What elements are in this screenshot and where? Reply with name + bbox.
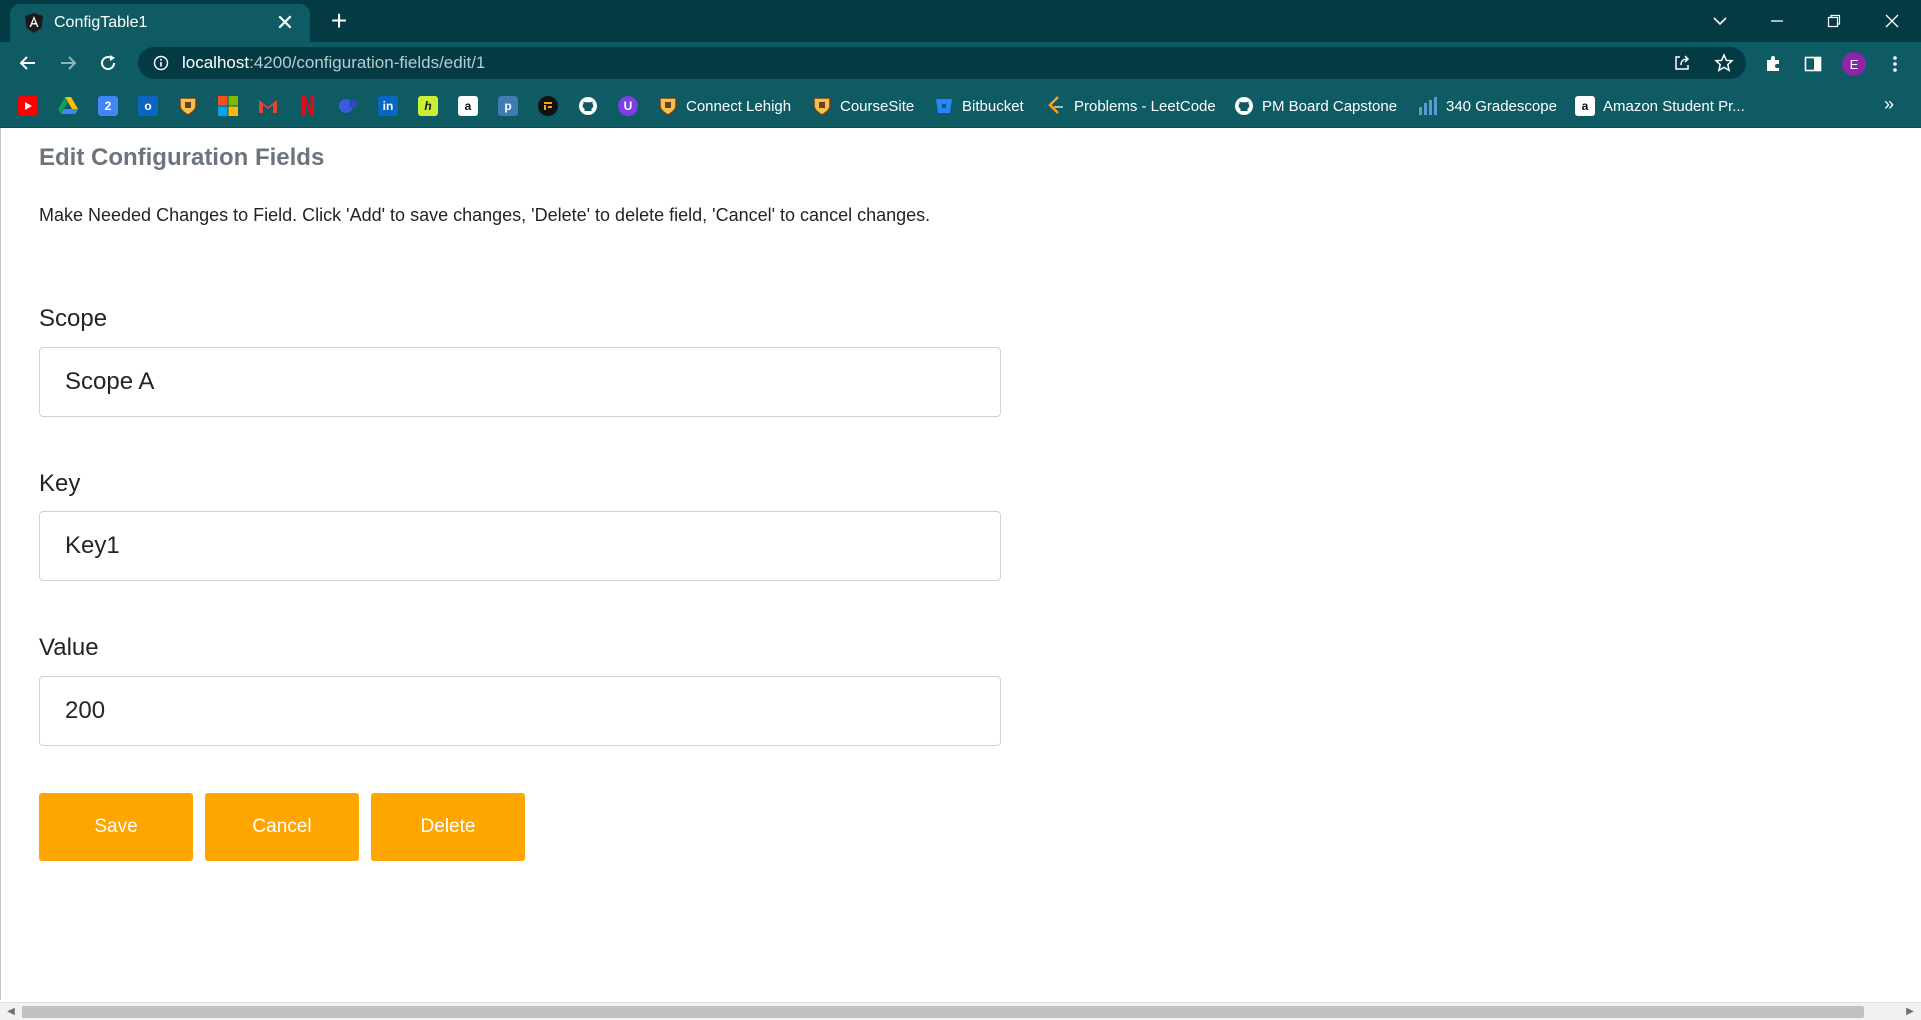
- page-description: Make Needed Changes to Field. Click 'Add…: [39, 205, 931, 225]
- url-path: :4200/configuration-fields/edit/1: [249, 53, 486, 72]
- browser-tabstrip: ConfigTable1 ✕ +: [0, 0, 1921, 42]
- bookmark-label: Amazon Student Pr...: [1603, 97, 1745, 115]
- page-content: Edit Configuration Fields Make Needed Ch…: [0, 128, 1921, 1000]
- browser-tab-active[interactable]: ConfigTable1 ✕: [10, 4, 310, 42]
- scrollbar-thumb[interactable]: [22, 1006, 1864, 1018]
- back-arrow-icon[interactable]: [14, 49, 42, 77]
- bookmark-label: PM Board Capstone: [1262, 97, 1398, 115]
- handshake-icon[interactable]: h: [418, 96, 438, 116]
- address-bar[interactable]: localhost:4200/configuration-fields/edit…: [138, 47, 1746, 79]
- value-input[interactable]: [39, 676, 1001, 746]
- save-button[interactable]: Save: [39, 793, 193, 861]
- value-label: Value: [39, 634, 99, 661]
- bookmark-label: Problems - LeetCode: [1074, 97, 1216, 115]
- github-icon[interactable]: [578, 96, 598, 116]
- browser-tab-title: ConfigTable1: [54, 14, 148, 31]
- amazon-icon: a: [1575, 96, 1595, 116]
- scope-label: Scope: [39, 305, 108, 332]
- cancel-button[interactable]: Cancel: [205, 793, 359, 861]
- url-host: localhost: [182, 53, 250, 72]
- scope-input[interactable]: [39, 347, 1001, 417]
- netflix-icon[interactable]: [298, 96, 318, 116]
- extensions-icon[interactable]: [1760, 51, 1786, 77]
- minimize-icon[interactable]: [1757, 6, 1797, 36]
- bookmark-star-icon[interactable]: [1712, 51, 1736, 75]
- browser-menu-icon[interactable]: [1882, 51, 1908, 77]
- close-window-icon[interactable]: [1872, 6, 1912, 36]
- forward-arrow-icon[interactable]: [54, 49, 82, 77]
- browser-toolbar: localhost:4200/configuration-fields/edit…: [0, 42, 1921, 84]
- bookmark-label: Connect Lehigh: [686, 97, 792, 115]
- github-icon: [1234, 96, 1254, 116]
- leetcode-icon: [1046, 96, 1066, 116]
- angular-icon: [24, 13, 44, 33]
- bookmarks-overflow-chevron-icon[interactable]: »: [1884, 94, 1894, 115]
- amazon-icon[interactable]: a: [458, 96, 478, 116]
- piazza-icon[interactable]: p: [498, 96, 518, 116]
- key-label: Key: [39, 470, 81, 497]
- upwork-icon[interactable]: U: [618, 96, 638, 116]
- outlook-icon[interactable]: o: [138, 96, 158, 116]
- bookmarks-bar: 2 o in h a p U Connect Lehigh CourseSite: [0, 84, 1921, 128]
- bookmark-pm-board[interactable]: PM Board Capstone: [1234, 94, 1397, 118]
- bookmark-label: 340 Gradescope: [1446, 97, 1557, 115]
- lehigh-shield-icon[interactable]: [178, 96, 198, 116]
- site-info-icon[interactable]: [152, 54, 170, 72]
- reload-icon[interactable]: [94, 49, 122, 77]
- linkedin-icon[interactable]: in: [378, 96, 398, 116]
- bookmark-bitbucket[interactable]: Bitbucket: [934, 94, 1024, 118]
- lehigh-shield-icon: [658, 96, 678, 116]
- bookmark-gradescope[interactable]: 340 Gradescope: [1418, 94, 1557, 118]
- microsoft-icon[interactable]: [218, 96, 238, 116]
- gmail-icon[interactable]: [258, 96, 278, 116]
- lehigh-shield-icon: [812, 96, 832, 116]
- bookmark-label: Bitbucket: [962, 97, 1024, 115]
- restore-icon[interactable]: [1814, 6, 1854, 36]
- url-text: localhost:4200/configuration-fields/edit…: [182, 53, 485, 73]
- google-calendar-icon[interactable]: 2: [98, 96, 118, 116]
- bookmark-connect-lehigh[interactable]: Connect Lehigh: [658, 94, 791, 118]
- scroll-left-arrow-icon[interactable]: ◀: [4, 1005, 18, 1019]
- bookmark-coursesite[interactable]: CourseSite: [812, 94, 914, 118]
- bar-chart-icon: [1418, 96, 1438, 116]
- share-icon[interactable]: [1670, 51, 1694, 75]
- page-title: Edit Configuration Fields: [39, 144, 325, 171]
- profile-avatar[interactable]: E: [1842, 52, 1866, 76]
- new-tab-button[interactable]: +: [325, 7, 353, 35]
- horizontal-scrollbar[interactable]: ◀ ▶: [0, 1002, 1921, 1020]
- teams-icon[interactable]: [338, 96, 358, 116]
- tab-search-icon[interactable]: [1700, 6, 1740, 36]
- bookmark-amazon-student[interactable]: a Amazon Student Pr...: [1575, 94, 1745, 118]
- leetcode-dark-icon[interactable]: [538, 96, 558, 116]
- side-panel-icon[interactable]: [1800, 51, 1826, 77]
- bookmark-label: CourseSite: [840, 97, 915, 115]
- delete-button[interactable]: Delete: [371, 793, 525, 861]
- google-drive-icon[interactable]: [58, 96, 78, 116]
- scroll-right-arrow-icon[interactable]: ▶: [1903, 1005, 1917, 1019]
- bookmark-leetcode[interactable]: Problems - LeetCode: [1046, 94, 1216, 118]
- bitbucket-icon: [934, 96, 954, 116]
- key-input[interactable]: [39, 511, 1001, 581]
- youtube-icon[interactable]: [18, 96, 38, 116]
- tab-close-icon[interactable]: ✕: [274, 12, 296, 34]
